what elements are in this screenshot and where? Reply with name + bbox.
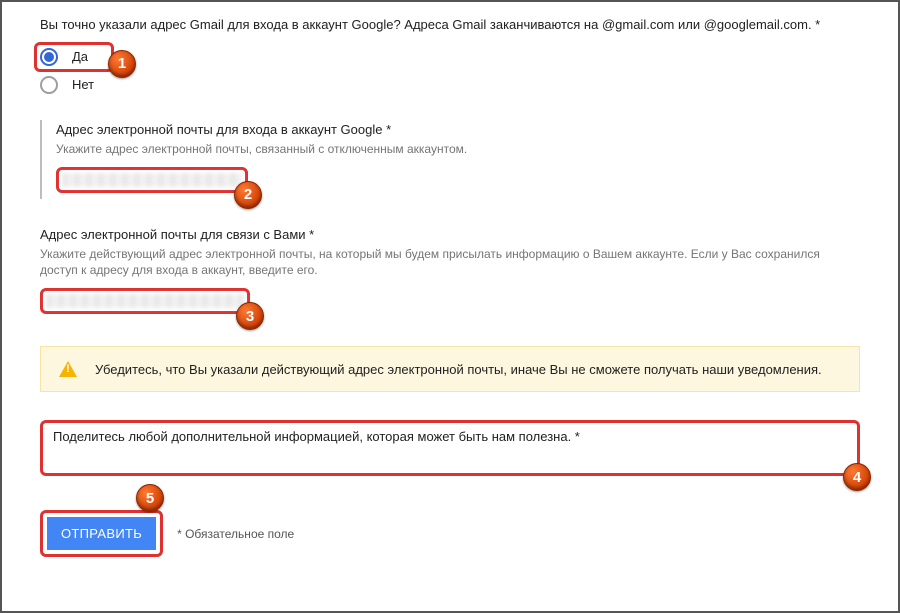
form-footer: ОТПРАВИТЬ * Обязательное поле 5 [40, 510, 860, 557]
additional-info-input[interactable]: Поделитесь любой дополнительной информац… [40, 420, 860, 476]
warning-icon [59, 361, 77, 377]
blurred-value [46, 294, 244, 308]
radio-label-no: Нет [72, 77, 94, 92]
additional-info-label: Поделитесь любой дополнительной информац… [53, 429, 580, 444]
callout-marker-1: 1 [108, 50, 136, 78]
blurred-value [62, 173, 242, 187]
gmail-question-text: Вы точно указали адрес Gmail для входа в… [40, 16, 860, 34]
highlight-5: ОТПРАВИТЬ [40, 510, 163, 557]
login-email-input[interactable] [56, 167, 248, 193]
radio-circle-no[interactable] [40, 76, 58, 94]
callout-marker-5: 5 [136, 484, 164, 512]
callout-marker-2: 2 [234, 181, 262, 209]
contact-email-section: Адрес электронной почты для связи с Вами… [40, 225, 860, 320]
login-email-section: Адрес электронной почты для входа в акка… [40, 120, 860, 199]
contact-email-help: Укажите действующий адрес электронной по… [40, 246, 860, 278]
login-email-field-wrap: 2 [56, 167, 860, 193]
submit-button[interactable]: ОТПРАВИТЬ [47, 517, 156, 550]
callout-marker-3: 3 [236, 302, 264, 330]
contact-email-input[interactable] [40, 288, 250, 314]
gmail-confirm-radio-group: Да 1 Нет [40, 48, 860, 94]
warning-banner: Убедитесь, что Вы указали действующий ад… [40, 346, 860, 392]
callout-marker-4: 4 [843, 463, 871, 491]
radio-option-no[interactable]: Нет [40, 76, 860, 94]
highlight-1 [34, 42, 114, 72]
warning-text: Убедитесь, что Вы указали действующий ад… [95, 362, 822, 377]
form-page: Вы точно указали адрес Gmail для входа в… [0, 0, 900, 613]
login-email-title: Адрес электронной почты для входа в акка… [56, 122, 860, 137]
contact-email-title: Адрес электронной почты для связи с Вами… [40, 227, 860, 242]
required-field-note: * Обязательное поле [177, 527, 294, 541]
radio-option-yes[interactable]: Да 1 [40, 48, 860, 66]
contact-email-field-wrap: 3 [40, 288, 860, 314]
login-email-help: Укажите адрес электронной почты, связанн… [56, 141, 860, 157]
